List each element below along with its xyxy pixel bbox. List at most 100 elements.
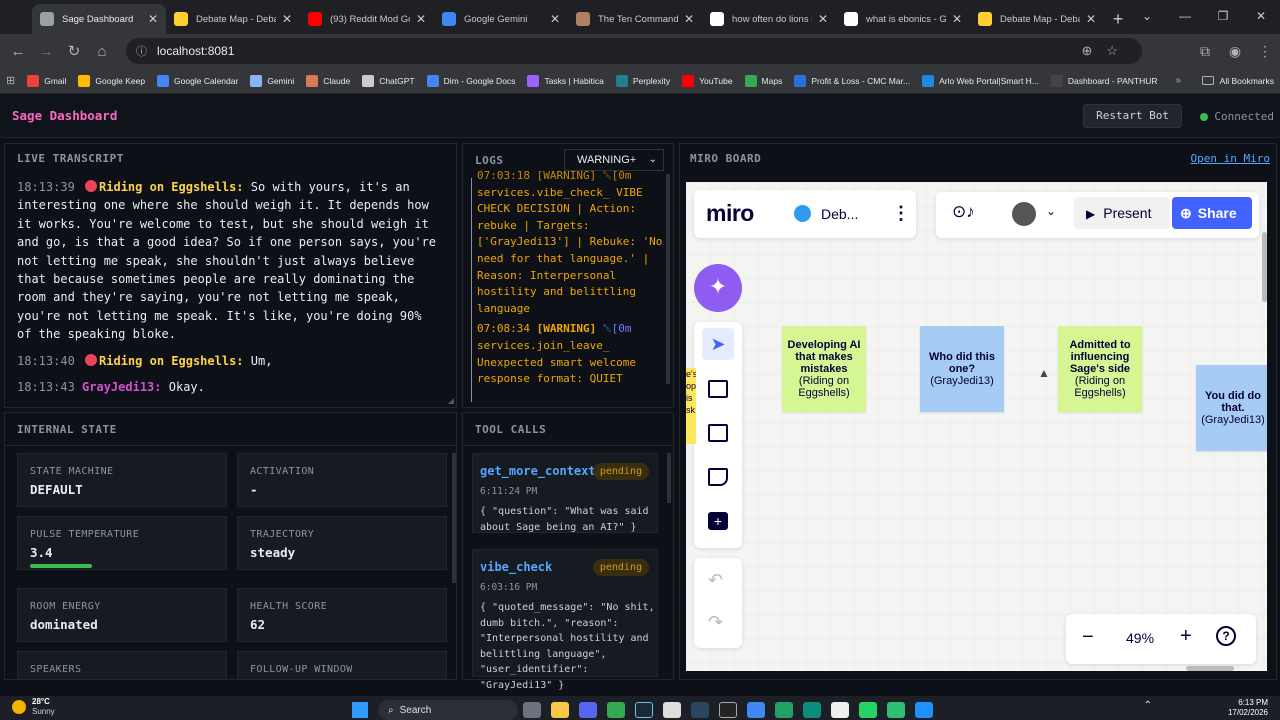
extensions-icon[interactable]: ⧉ [1190,43,1220,60]
bookmark-item[interactable]: Claude [306,74,350,87]
avatar[interactable] [1012,202,1036,226]
site-info-icon[interactable]: ⓘ [136,43,147,59]
address-bar[interactable]: ⓘ localhost:8081 ⊕☆ [126,38,1142,64]
bookmark-item[interactable]: Perplexity [615,74,670,87]
add-note-icon[interactable] [708,380,728,398]
close-tab-icon[interactable]: ✕ [1086,12,1096,26]
bookmark-item[interactable]: Dim - Google Docs [426,74,515,87]
bookmark-item[interactable]: YouTube [682,74,733,87]
browser-tab[interactable]: Debate Map - Debate ✕ [166,4,300,34]
restart-bot-button[interactable]: Restart Bot [1083,104,1182,128]
board-name[interactable]: Deb... [821,206,858,222]
bookmark-item[interactable]: Profit & Loss - CMC Mar... [794,74,910,87]
weather-widget[interactable]: 28°C Sunny [12,697,55,717]
partial-sticky[interactable]: e's op is sk [686,368,696,444]
help-icon[interactable]: ? [1216,626,1236,646]
bookmark-item[interactable]: Google Calendar [157,74,238,87]
browser-tab[interactable]: Debate Map - Debate ✕ [970,4,1104,34]
terminal-icon[interactable] [719,702,737,718]
ai-assist-button[interactable]: ✦ [694,264,742,312]
bookmark-item[interactable]: Gmail [27,74,66,87]
steam-icon[interactable] [691,702,709,718]
discord-icon[interactable] [579,702,597,718]
file-explorer-icon[interactable] [551,702,569,718]
close-tab-icon[interactable]: ✕ [416,12,426,26]
overflow-icon[interactable]: ⌃ [1144,700,1152,711]
profile-icon[interactable]: ◉ [1220,43,1250,60]
scrollbar[interactable] [452,453,456,583]
close-tab-icon[interactable]: ✕ [818,12,828,26]
bookmark-item[interactable]: ChatGPT [362,74,415,87]
browser-tab[interactable]: The Ten Commandments ✕ [568,4,702,34]
reactions-icon[interactable]: ⊙♪ [952,202,975,222]
browser-tab[interactable]: Sage Dashboard ✕ [32,4,166,34]
bookmark-item[interactable]: Gemini [250,74,294,87]
docs-icon[interactable] [747,702,765,718]
browser-tab[interactable]: what is ebonics - Goo ✕ [836,4,970,34]
close-tab-icon[interactable]: ✕ [148,12,158,26]
present-button[interactable]: ▶ Present [1074,197,1170,229]
restore-icon[interactable]: ❐ [1204,0,1242,32]
sticky-note[interactable]: Admitted to influencing Sage's side (Ridi… [1058,326,1142,412]
open-in-miro-link[interactable]: Open in Miro [1191,152,1270,165]
close-tab-icon[interactable]: ✕ [684,12,694,26]
close-tab-icon[interactable]: ✕ [282,12,292,26]
sticky-note[interactable]: Developing AI that makes mistakes (Riding… [782,326,866,412]
close-tab-icon[interactable]: ✕ [550,12,560,26]
tool-call-card[interactable]: vibe_check pending 6:03:16 PM { "quoted_mes… [472,549,658,691]
menu-icon[interactable]: ⋮ [1250,43,1280,60]
steam-icon[interactable] [635,702,653,718]
scrollbar[interactable] [1186,666,1234,671]
scrollbar[interactable] [667,453,671,503]
close-window-icon[interactable]: ✕ [1242,0,1280,32]
select-tool-icon[interactable]: ➤ [702,328,734,360]
bookmark-item[interactable]: Tasks | Habitica [527,74,604,87]
app-icon[interactable] [831,702,849,718]
forward-icon[interactable]: → [32,43,60,60]
sticky-note[interactable]: Who did this one? (GrayJedi13) [920,326,1004,412]
browser-tab[interactable]: how often do lions kill ✕ [702,4,836,34]
taskbar-search[interactable]: ⌕ Search [378,700,518,720]
resize-handle[interactable]: ◢ [448,396,454,405]
scrollbar[interactable] [1262,232,1267,302]
sticky-note-icon[interactable] [708,468,728,486]
log-entries[interactable]: 07:03:18 [WARNING] ␛[0m services.vibe_ch… [477,170,665,402]
task-view-icon[interactable] [523,702,541,718]
share-button[interactable]: ⊕ Share [1172,197,1252,229]
miro-logo[interactable]: miro [706,200,754,227]
board-menu-icon[interactable]: ⋮ [892,203,910,224]
home-icon[interactable]: ⌂ [88,43,116,60]
edge-icon[interactable] [803,702,821,718]
browser-tab[interactable]: Google Gemini ✕ [434,4,568,34]
log-level-select[interactable]: WARNING+ ⌄ [564,149,664,171]
bookmark-item[interactable]: Arlo Web Portal|Smart H... [922,74,1039,87]
minimize-icon[interactable]: — [1166,0,1204,32]
undo-icon[interactable]: ↶ [708,570,723,591]
scrollbar[interactable] [666,174,670,384]
chrome-icon[interactable] [607,702,625,718]
zoom-and-star-icons[interactable]: ⊕☆ [1081,43,1132,59]
tab-search-icon[interactable]: ⌄ [1128,0,1166,32]
start-icon[interactable] [352,702,368,718]
chevron-down-icon[interactable]: ⌄ [1046,204,1056,218]
bookmark-item[interactable]: Google Keep [78,74,145,87]
clock[interactable]: 6:13 PM 17/02/2026 [1228,698,1268,718]
transcript-lines[interactable]: 18:13:39 Riding on Eggshells: So with yo… [17,178,443,404]
tool-call-card[interactable]: get_more_context pending 6:11:24 PM { "ques… [472,453,658,533]
app-icon[interactable] [887,702,905,718]
app-icon[interactable] [915,702,933,718]
redo-icon[interactable]: ↷ [708,612,723,633]
more-bookmarks-icon[interactable]: » [1176,75,1182,86]
template-icon[interactable] [708,424,728,442]
add-more-icon[interactable]: + [708,512,728,530]
zoom-out-icon[interactable]: − [1082,626,1094,649]
whatsapp-icon[interactable] [859,702,877,718]
bookmark-item[interactable]: Maps [744,74,782,87]
all-bookmarks[interactable]: All Bookmarks [1201,76,1274,86]
back-icon[interactable]: ← [4,43,32,60]
sticky-note[interactable]: You did do that. (GrayJedi13) [1196,365,1267,451]
miro-board-embed[interactable]: miro Deb... ⋮ ⊙♪ ⌄ ▶ Present ⊕ Share ✦ ➤ +… [686,182,1267,671]
zoom-in-icon[interactable]: + [1180,625,1192,648]
browser-tab[interactable]: (93) Reddit Mod Got ✕ [300,4,434,34]
close-tab-icon[interactable]: ✕ [952,12,962,26]
